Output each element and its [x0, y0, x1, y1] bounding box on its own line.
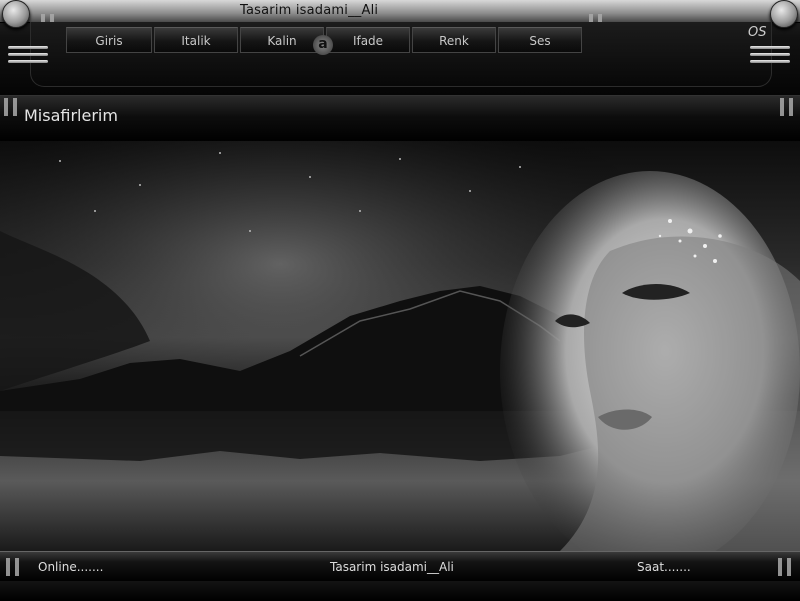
title-bar: Tasarim isadami__Ali: [0, 0, 800, 23]
scene-art: [0, 141, 800, 551]
nav-renk[interactable]: Renk: [412, 27, 496, 53]
nav-italik[interactable]: Italik: [154, 27, 238, 53]
guests-header: Misafirlerim: [0, 95, 800, 143]
logo-a-icon: a: [313, 35, 333, 55]
clock-display: Saat.......: [637, 560, 691, 574]
footer-bar: Online....... Tasarim isadami__Ali Saat.…: [0, 551, 800, 601]
nav-kalin[interactable]: Kalin: [240, 27, 324, 53]
grip-icon: [6, 558, 20, 576]
menu-left-hamburger-icon[interactable]: [8, 46, 48, 68]
footer-strip: [0, 581, 800, 601]
footer-credit: Tasarim isadami__Ali: [330, 560, 454, 574]
right-knob-icon: [770, 0, 798, 28]
left-knob-icon: [2, 0, 30, 28]
grip-icon: [4, 98, 18, 116]
nav-ifade[interactable]: Ifade: [326, 27, 410, 53]
nav-giris[interactable]: Giris: [66, 27, 152, 53]
menu-right-hamburger-icon[interactable]: [750, 46, 790, 68]
os-mark: OS: [748, 25, 767, 40]
online-status: Online.......: [38, 560, 104, 574]
top-frame: Tasarim isadami__Ali OS Giris Italik Kal…: [0, 0, 800, 95]
background-scene-image: [0, 141, 800, 551]
guests-title: Misafirlerim: [24, 106, 118, 125]
grip-icon: [780, 98, 794, 116]
app-title: Tasarim isadami__Ali: [240, 3, 379, 18]
grip-icon: [778, 558, 792, 576]
nav-ses[interactable]: Ses: [498, 27, 582, 53]
